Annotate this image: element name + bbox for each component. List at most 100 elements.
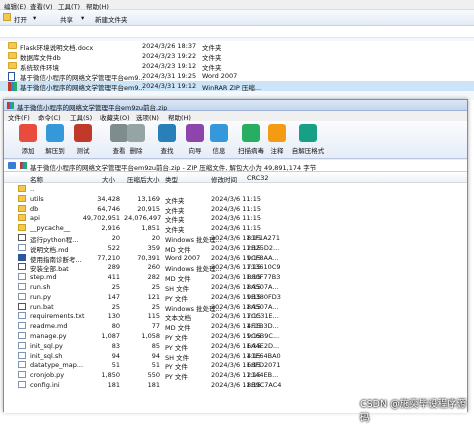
archive-list-item[interactable]: __pycache__ 2,916 1,851 文件夹 2024/3/6 11:15 (4, 223, 467, 234)
new-folder-button[interactable]: 新建文件夹 (95, 14, 128, 24)
toolbar-icon (268, 124, 286, 142)
up-folder-icon[interactable] (8, 162, 16, 169)
explorer-item-date: 2024/3/23 19:22 (142, 52, 197, 60)
archive-list-item[interactable]: init_sql.sh 94 94 SH 文件 2024/3/6 11:15 41E64B… (4, 351, 467, 362)
file-icon (18, 273, 26, 281)
batch-file-icon (18, 302, 26, 310)
explorer-list-item[interactable]: 数据库文件db 2024/3/23 19:22 文件夹 (0, 51, 474, 62)
column-packed[interactable]: 压缩后大小 (127, 174, 160, 184)
archive-item-size: 2,916 (101, 224, 120, 233)
explorer-menubar: 编辑(E) 查看(V) 工具(T) 帮助(H) (0, 0, 474, 11)
archive-list-item[interactable]: manage.py 1,087 1,058 PY 文件 2024/3/6 11:15 9C… (4, 331, 467, 342)
archive-list-item[interactable]: run.sh 25 25 SH 文件 2024/3/6 11:15 8A507A... (4, 282, 467, 293)
winrar-window: 基于微信小程序的网络文学管理平台em9zu前台.zip 文件(F) 命令(C) … (3, 99, 468, 413)
open-button[interactable]: 打开 (14, 14, 27, 24)
explorer-list-item[interactable]: 基于微信小程序的网络文学管理平台em9... 2024/3/31 19:12 Win… (0, 81, 474, 92)
watermark: CSDN @施奕毕设程序源码 (360, 399, 467, 424)
file-icon (18, 361, 26, 369)
toolbar-button-9[interactable]: 注释 (260, 123, 294, 157)
archive-item-size: 83 (111, 341, 120, 350)
archive-list-item[interactable]: init_sql.py 83 85 PY 文件 2024/3/6 11:15 6A4E2D… (4, 341, 467, 352)
column-modified[interactable]: 修改时间 (211, 174, 237, 184)
folder-icon (18, 224, 26, 232)
folder-icon (8, 42, 17, 49)
archive-item-packed: 550 (147, 371, 160, 380)
archive-item-crc: 8A507A... (247, 283, 279, 291)
archive-item-size: 25 (111, 302, 120, 311)
archive-item-packed: 359 (147, 243, 160, 252)
archive-list-item[interactable]: run.bat 25 25 Windows 批处理... 2024/3/6 11:15 8… (4, 302, 467, 313)
explorer-list-item[interactable]: Flask环境说明文档.docx 2024/3/26 18:37 文件夹 (0, 41, 474, 52)
archive-item-name: run.py (30, 292, 51, 301)
archive-icon (20, 162, 27, 169)
archive-list-item[interactable]: utils 34,428 13,169 文件夹 2024/3/6 11:15 (4, 194, 467, 205)
archive-item-size: 34,428 (97, 194, 120, 203)
explorer-item-date: 2024/3/31 19:25 (142, 72, 197, 80)
archive-item-name: __pycache__ (30, 224, 71, 233)
archive-item-packed: 25 (151, 283, 160, 291)
column-crc[interactable]: CRC32 (247, 174, 269, 182)
archive-item-crc: 9C6B9C... (247, 332, 280, 340)
archive-item-size: 77,210 (97, 253, 120, 262)
file-icon (18, 351, 26, 359)
file-list-header: 名称 大小 压缩后大小 类型 修改时间 CRC32 (4, 172, 467, 184)
archive-item-packed: 13,169 (137, 194, 160, 203)
toolbar-icon (158, 124, 176, 142)
archive-item-type: Word 2007 (165, 253, 201, 262)
column-size[interactable]: 大小 (102, 174, 115, 184)
archive-list-item[interactable]: api 49,702,951 24,076,497 文件夹 2024/3/6 11:15 (4, 213, 467, 224)
file-icon (18, 283, 26, 290)
toolbar-button-2[interactable]: 测试 (66, 123, 100, 157)
archive-item-size: 147 (107, 292, 120, 301)
toolbar-button-4[interactable]: 删除 (119, 123, 153, 157)
toolbar-button-10[interactable]: 自解压格式 (291, 123, 325, 157)
archive-list-item[interactable]: .. (4, 184, 467, 194)
archive-item-packed: 25 (151, 302, 160, 311)
archive-list-item[interactable]: requirements.txt 130 115 文本文档 2024/3/6 11:15… (4, 311, 467, 322)
column-name[interactable]: 名称 (30, 174, 43, 184)
explorer-list-item[interactable]: 基于微信小程序的网络文学管理平台em9... 2024/3/31 19:25 Wor… (0, 71, 474, 82)
archive-path-bar[interactable]: 基于微信小程序的网络文学管理平台em9zu前台.zip - ZIP 压缩文件, … (4, 160, 467, 172)
archive-item-packed: 1,851 (141, 224, 160, 233)
explorer-item-type: Word 2007 (202, 72, 238, 80)
chevron-down-icon: ▾ (81, 14, 85, 22)
archive-list-item[interactable]: 说明文档.md 522 359 MD 文件 2024/3/6 11:15 2B25D2..… (4, 243, 467, 254)
archive-item-name: readme.md (30, 322, 68, 331)
archive-list-item[interactable]: run.py 147 121 PY 文件 2024/3/6 11:15 9B380FD3 (4, 292, 467, 303)
archive-list-item[interactable]: 运行python程... 20 20 Windows 批处理... 2024/3/6 1… (4, 233, 467, 244)
archive-item-crc: 6A4E2D... (247, 341, 280, 350)
archive-list-item[interactable]: readme.md 80 77 MD 文件 2024/3/6 11:15 4F1B3D..… (4, 321, 467, 332)
explorer-window: 编辑(E) 查看(V) 工具(T) 帮助(H) 打开 ▾ 共享 ▾ 新建文件夹 … (0, 0, 474, 100)
toolbar-label: 自解压格式 (291, 147, 325, 155)
archive-item-name: manage.py (30, 332, 67, 340)
archive-item-packed: 24,076,497 (124, 214, 162, 223)
archive-list-item[interactable]: 安装全部.bat 289 260 Windows 批处理... 2024/3/6 11:… (4, 262, 467, 273)
batch-file-icon (18, 263, 26, 271)
archive-item-crc: B80F77B3 (247, 273, 281, 282)
archive-item-size: 1,087 (101, 332, 120, 340)
winrar-titlebar[interactable]: 基于微信小程序的网络文学管理平台em9zu前台.zip (4, 100, 467, 112)
archive-item-size: 411 (107, 273, 120, 282)
archive-item-modified: 2024/3/6 11:15 (211, 224, 261, 233)
archive-item-size: 130 (107, 312, 120, 321)
archive-list-item[interactable]: cronjob.py 1,850 550 PY 文件 2024/3/6 11:15 214… (4, 370, 467, 381)
archive-item-name: db (30, 204, 39, 213)
column-type[interactable]: 类型 (165, 174, 178, 184)
archive-list-item[interactable]: 使用指南诊断考... 77,210 70,391 Word 2007 2024/3/6 … (4, 253, 467, 264)
explorer-list-item[interactable]: 系统软件环境 2024/3/23 19:12 文件夹 (0, 61, 474, 72)
archive-item-name: config.ini (30, 381, 60, 389)
share-button[interactable]: 共享 (60, 14, 73, 24)
toolbar-button-7[interactable]: 信息 (202, 123, 236, 157)
archive-list-item[interactable]: db 64,746 20,915 文件夹 2024/3/6 11:15 (4, 204, 467, 215)
archive-list-item[interactable]: config.ini 181 181 2024/3/6 11:15 8B9C7AC4 (4, 380, 467, 390)
word-doc-icon (8, 72, 15, 81)
archive-item-size: 49,702,951 (82, 214, 120, 223)
archive-list-item[interactable]: datatype_map... 51 51 PY 文件 2024/3/6 11:15 68… (4, 360, 467, 371)
explorer-item-date: 2024/3/31 19:12 (142, 82, 197, 90)
archive-file-list: 名称 大小 压缩后大小 类型 修改时间 CRC32 .. utils 34,428 1… (4, 172, 467, 413)
folder-icon (18, 185, 26, 192)
winrar-toolbar: 添加 解压到 测试 查看 删除 查找 向导 信息 扫描病毒 注释 自解压格式 (4, 121, 467, 159)
archive-item-packed: 121 (147, 292, 160, 301)
archive-list-item[interactable]: step.md 411 282 MD 文件 2024/3/6 11:15 B80F77B3 (4, 272, 467, 283)
archive-item-crc: 41E64BA0 (247, 351, 281, 360)
